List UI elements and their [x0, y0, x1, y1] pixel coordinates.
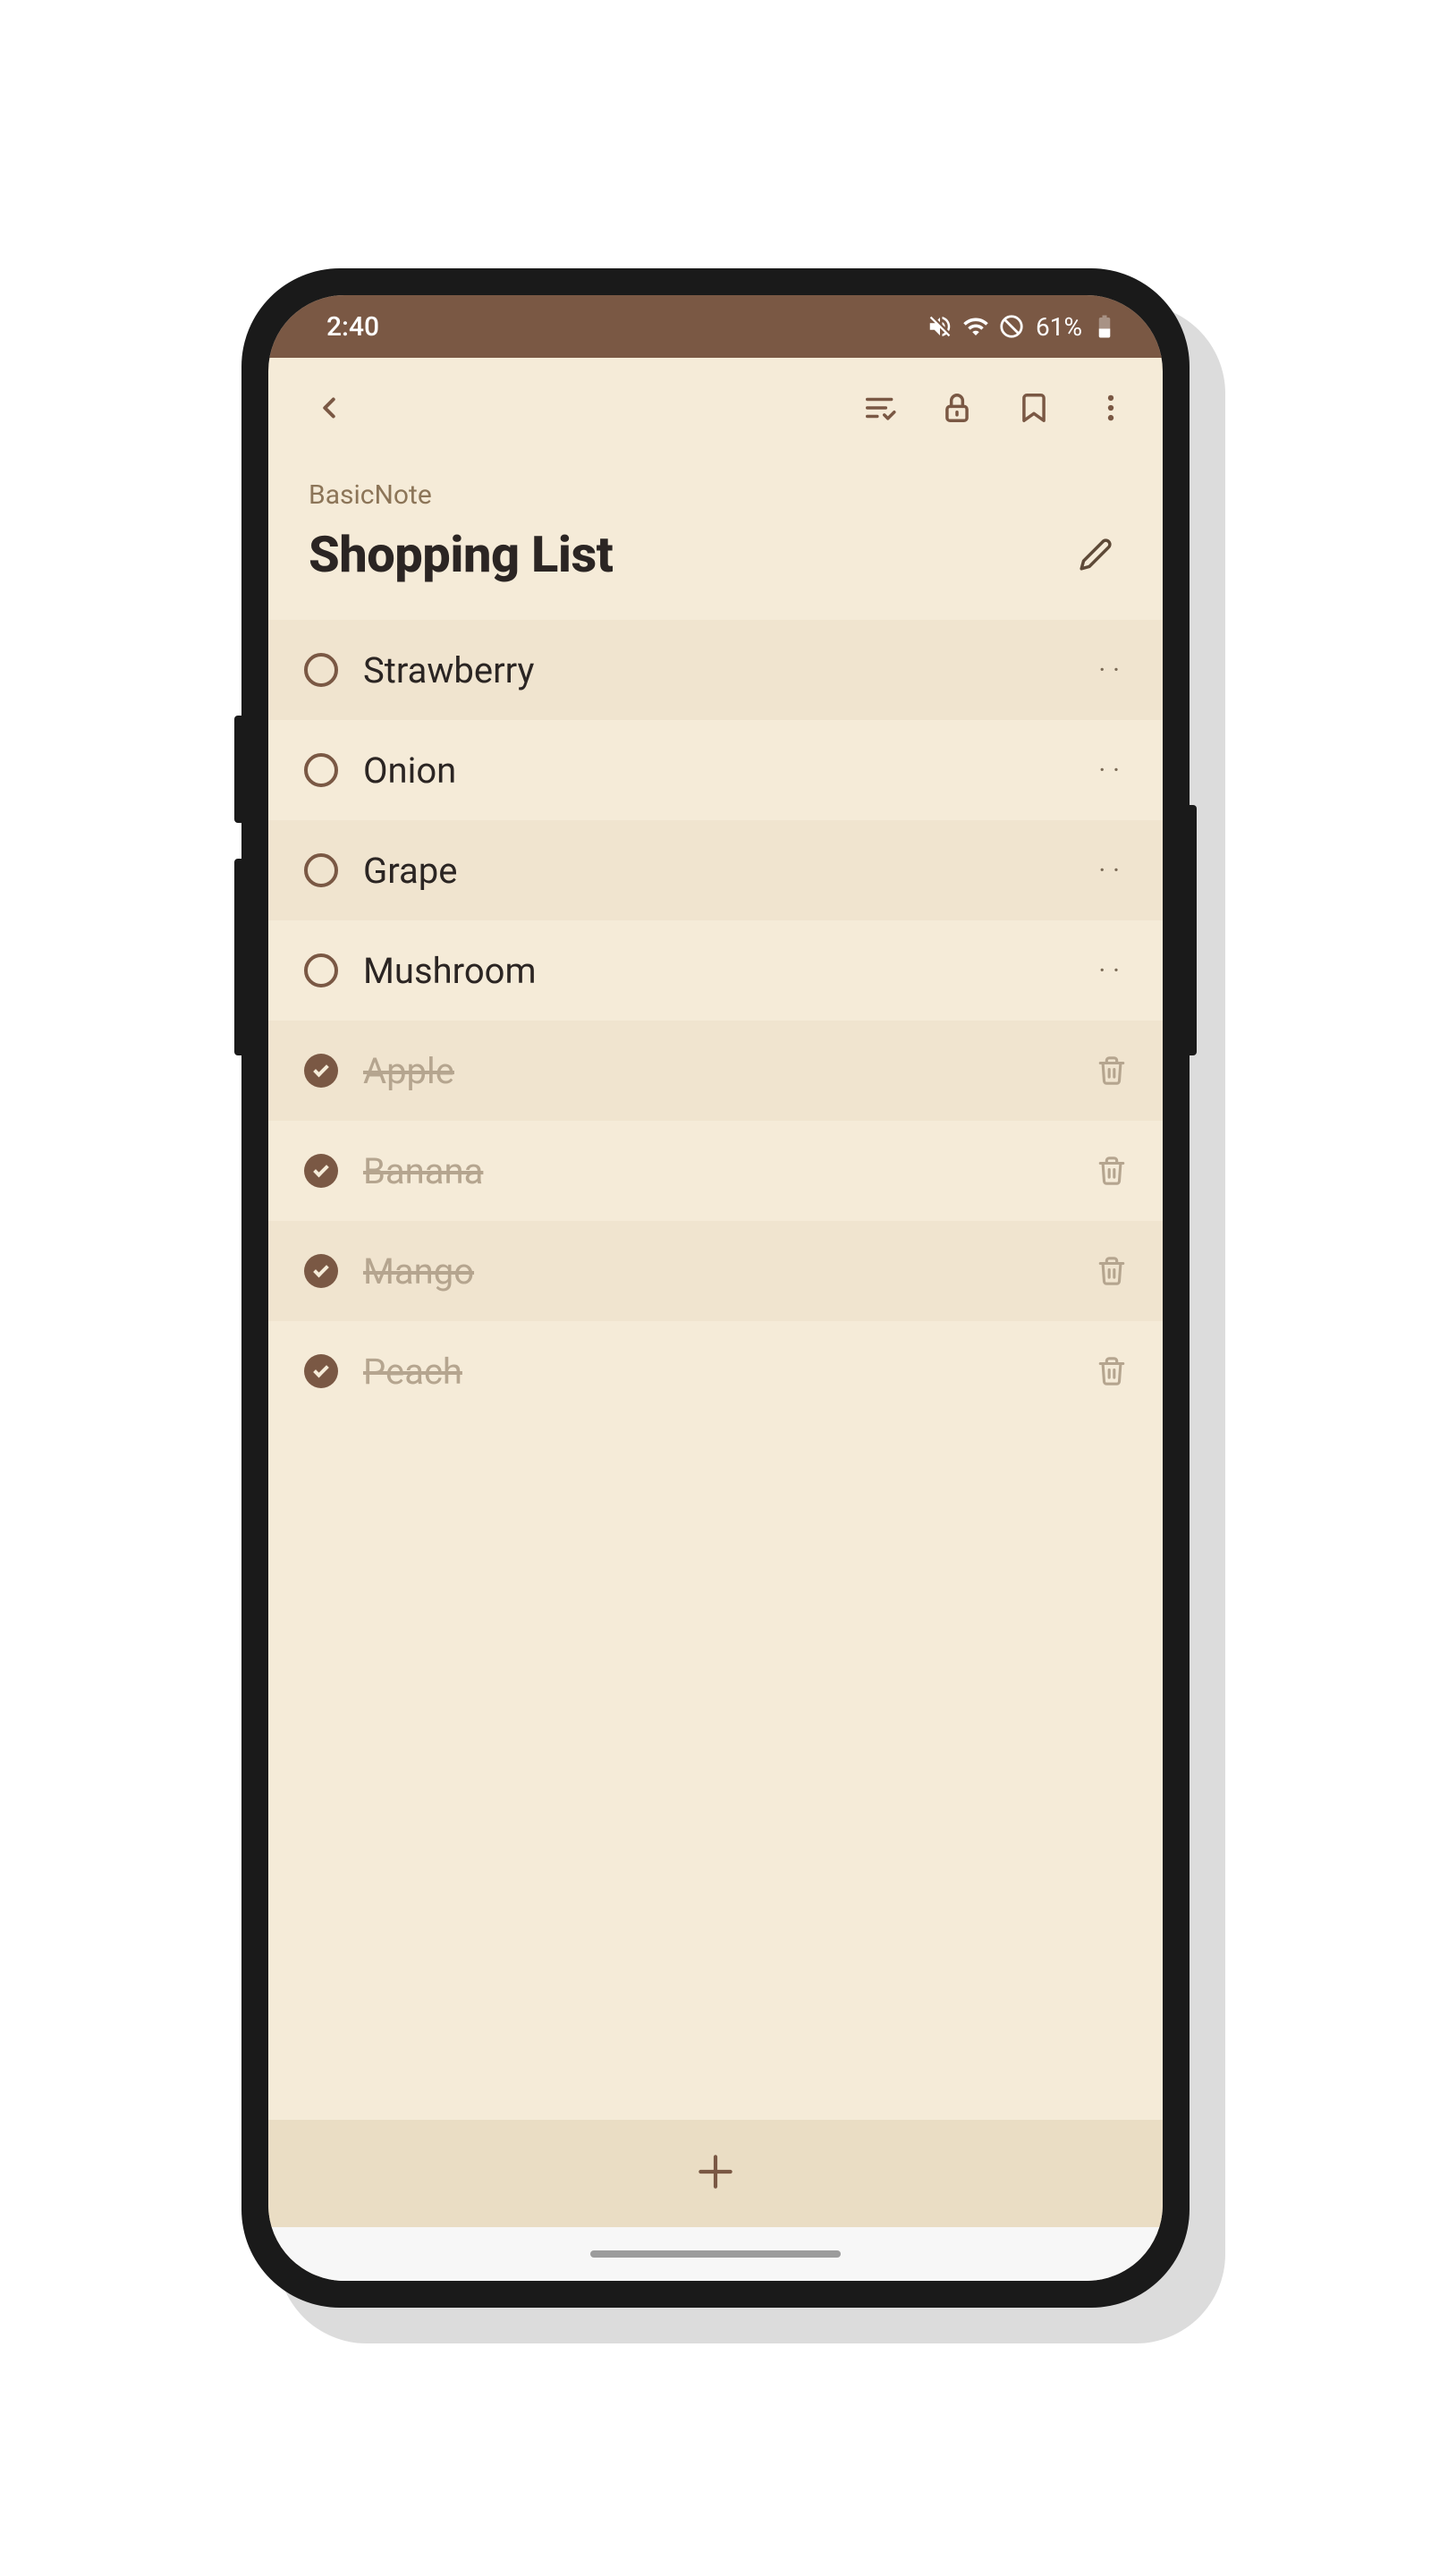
- list-item[interactable]: Mushroom ··: [268, 920, 1163, 1021]
- checklist: Strawberry ·· Onion ·· Grape ·· Mushroom…: [268, 620, 1163, 2120]
- do-not-disturb-icon: [998, 313, 1025, 340]
- drag-handle-icon[interactable]: ··: [1098, 955, 1127, 987]
- item-label: Apple: [363, 1050, 1071, 1092]
- more-button[interactable]: [1077, 374, 1145, 442]
- item-label: Onion: [363, 750, 1073, 792]
- more-vertical-icon: [1094, 391, 1128, 425]
- item-label: Peach: [363, 1351, 1071, 1393]
- drag-handle-icon[interactable]: ··: [1098, 855, 1127, 886]
- item-label: Strawberry: [363, 649, 1073, 691]
- list-item[interactable]: Mango: [268, 1221, 1163, 1321]
- edit-title-button[interactable]: [1069, 528, 1122, 581]
- trash-icon[interactable]: [1097, 1356, 1127, 1386]
- checkbox-unchecked-icon[interactable]: [304, 853, 338, 887]
- phone-frame: 2:40 61%: [241, 268, 1190, 2308]
- trash-icon[interactable]: [1097, 1055, 1127, 1086]
- wifi-icon: [962, 313, 989, 340]
- status-icons: 61%: [927, 312, 1118, 342]
- pencil-icon: [1079, 538, 1113, 572]
- sort-button[interactable]: [846, 374, 914, 442]
- item-label: Mango: [363, 1250, 1071, 1292]
- drag-handle-icon[interactable]: ··: [1098, 755, 1127, 786]
- checkbox-checked-icon[interactable]: [304, 1154, 338, 1188]
- plus-icon: [693, 2149, 738, 2198]
- app-bar: [268, 363, 1163, 453]
- trash-icon[interactable]: [1097, 1156, 1127, 1186]
- add-item-bar[interactable]: [268, 2120, 1163, 2227]
- bookmark-icon: [1017, 391, 1051, 425]
- note-category-label: BasicNote: [309, 479, 1122, 511]
- nav-handle[interactable]: [590, 2250, 841, 2258]
- status-time: 2:40: [326, 311, 379, 343]
- lock-icon: [940, 391, 974, 425]
- battery-icon: [1091, 313, 1118, 340]
- android-nav-bar: [268, 2227, 1163, 2281]
- drag-handle-icon[interactable]: ··: [1098, 655, 1127, 686]
- list-item[interactable]: Banana: [268, 1121, 1163, 1221]
- chevron-left-icon: [312, 391, 346, 425]
- list-item[interactable]: Strawberry ··: [268, 620, 1163, 720]
- battery-percent: 61%: [1036, 312, 1082, 342]
- note-title: Shopping List: [309, 525, 613, 584]
- bookmark-button[interactable]: [1000, 374, 1068, 442]
- back-button[interactable]: [295, 374, 363, 442]
- checkbox-unchecked-icon[interactable]: [304, 653, 338, 687]
- note-header: BasicNote Shopping List: [268, 453, 1163, 620]
- screen: 2:40 61%: [268, 295, 1163, 2281]
- checkbox-checked-icon[interactable]: [304, 1054, 338, 1088]
- checkbox-unchecked-icon[interactable]: [304, 953, 338, 987]
- checkbox-checked-icon[interactable]: [304, 1354, 338, 1388]
- item-label: Mushroom: [363, 950, 1073, 992]
- status-bar: 2:40 61%: [268, 295, 1163, 358]
- checkbox-unchecked-icon[interactable]: [304, 753, 338, 787]
- mute-icon: [927, 313, 953, 340]
- list-item[interactable]: Apple: [268, 1021, 1163, 1121]
- list-item[interactable]: Peach: [268, 1321, 1163, 1421]
- list-item[interactable]: Grape ··: [268, 820, 1163, 920]
- trash-icon[interactable]: [1097, 1256, 1127, 1286]
- lock-button[interactable]: [923, 374, 991, 442]
- sort-check-icon: [863, 391, 897, 425]
- checkbox-checked-icon[interactable]: [304, 1254, 338, 1288]
- item-label: Banana: [363, 1150, 1071, 1192]
- item-label: Grape: [363, 850, 1073, 892]
- list-item[interactable]: Onion ··: [268, 720, 1163, 820]
